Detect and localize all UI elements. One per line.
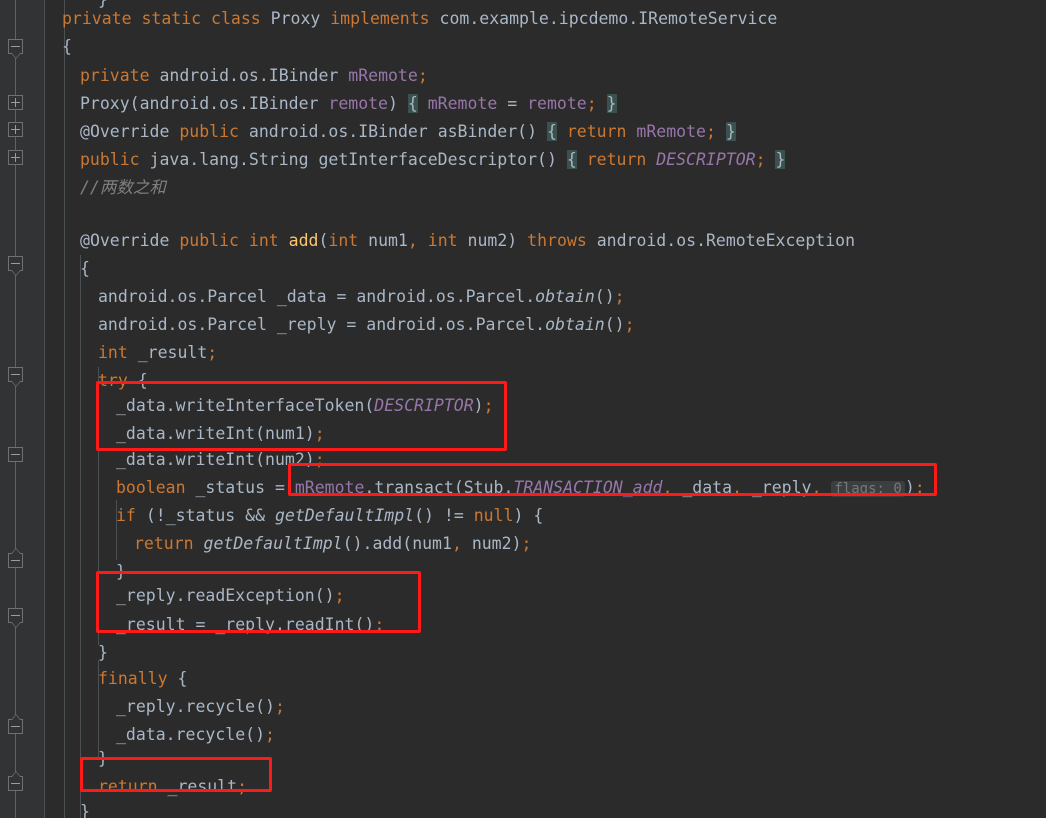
code-line[interactable]: } <box>98 745 108 773</box>
fold-collapse-icon[interactable] <box>8 256 23 276</box>
code-line[interactable]: } <box>98 639 108 667</box>
code-line[interactable]: finally { <box>98 665 187 693</box>
code-line[interactable]: { <box>80 255 90 283</box>
code-editor[interactable]: } private static class Proxy implements c… <box>0 0 1046 818</box>
code-line[interactable]: } <box>80 798 90 818</box>
fold-collapse-icon[interactable] <box>8 771 23 791</box>
code-line[interactable]: _reply.recycle(); <box>116 693 285 721</box>
code-line[interactable]: if (!_status && getDefaultImpl() != null… <box>116 502 543 530</box>
fold-minus-glyph <box>11 46 20 47</box>
code-comment: //两数之和 <box>80 178 166 197</box>
fold-minus-glyph <box>11 374 20 375</box>
code-line[interactable]: _data.writeInterfaceToken(DESCRIPTOR); <box>116 392 494 420</box>
code-line[interactable]: int _result; <box>98 339 217 367</box>
code-line[interactable]: @Override public android.os.IBinder asBi… <box>80 118 736 146</box>
code-text-layer[interactable]: } private static class Proxy implements c… <box>44 0 1046 818</box>
fold-expand-icon[interactable] <box>8 95 23 110</box>
code-line[interactable]: private android.os.IBinder mRemote; <box>80 62 428 90</box>
code-line[interactable]: _data.writeInt(num2); <box>116 446 325 474</box>
code-line[interactable]: _data.recycle(); <box>116 721 275 749</box>
fold-collapse-icon[interactable] <box>8 548 23 568</box>
fold-plus-glyph <box>15 153 16 162</box>
fold-collapse-icon[interactable] <box>8 39 23 59</box>
fold-plus-glyph <box>15 125 16 134</box>
code-line[interactable]: private static class Proxy implements co… <box>62 5 777 33</box>
fold-minus-glyph <box>11 783 20 784</box>
fold-minus-glyph <box>11 560 20 561</box>
fold-collapse-icon[interactable] <box>8 608 23 628</box>
code-line[interactable]: boolean _status = mRemote.transact(Stub.… <box>116 474 925 502</box>
code-line[interactable]: android.os.Parcel _data = android.os.Par… <box>98 283 625 311</box>
code-line[interactable]: _result = _reply.readInt(); <box>116 611 384 639</box>
fold-plus-glyph <box>15 98 16 107</box>
inline-parameter-hint: flags: 0 <box>831 481 905 497</box>
editor-gutter[interactable] <box>0 0 44 818</box>
fold-minus-glyph <box>11 454 20 455</box>
code-line[interactable]: @Override public int add(int num1, int n… <box>80 227 855 255</box>
code-line[interactable]: { <box>62 33 72 61</box>
hint-value: 0 <box>893 481 902 497</box>
fold-minus-glyph <box>11 726 20 727</box>
fold-minus-glyph <box>11 615 20 616</box>
code-line[interactable]: try { <box>98 367 148 395</box>
code-line[interactable]: Proxy(android.os.IBinder remote) { mRemo… <box>80 90 617 118</box>
code-line[interactable]: android.os.Parcel _reply = android.os.Pa… <box>98 311 635 339</box>
code-line[interactable]: _data.writeInt(num1); <box>116 420 325 448</box>
fold-collapse-icon[interactable] <box>8 447 23 462</box>
fold-minus-glyph <box>11 263 20 264</box>
fold-collapse-icon[interactable] <box>8 367 23 387</box>
code-line[interactable]: //两数之和 <box>80 174 166 202</box>
fold-collapse-icon[interactable] <box>8 714 23 734</box>
code-line[interactable]: _reply.readException(); <box>116 582 345 610</box>
code-line[interactable]: public java.lang.String getInterfaceDesc… <box>80 146 786 174</box>
code-line[interactable]: return _result; <box>98 773 247 801</box>
fold-expand-icon[interactable] <box>8 150 23 165</box>
hint-label: flags: <box>834 481 894 497</box>
fold-expand-icon[interactable] <box>8 122 23 137</box>
code-line[interactable]: return getDefaultImpl().add(num1, num2); <box>134 530 531 558</box>
